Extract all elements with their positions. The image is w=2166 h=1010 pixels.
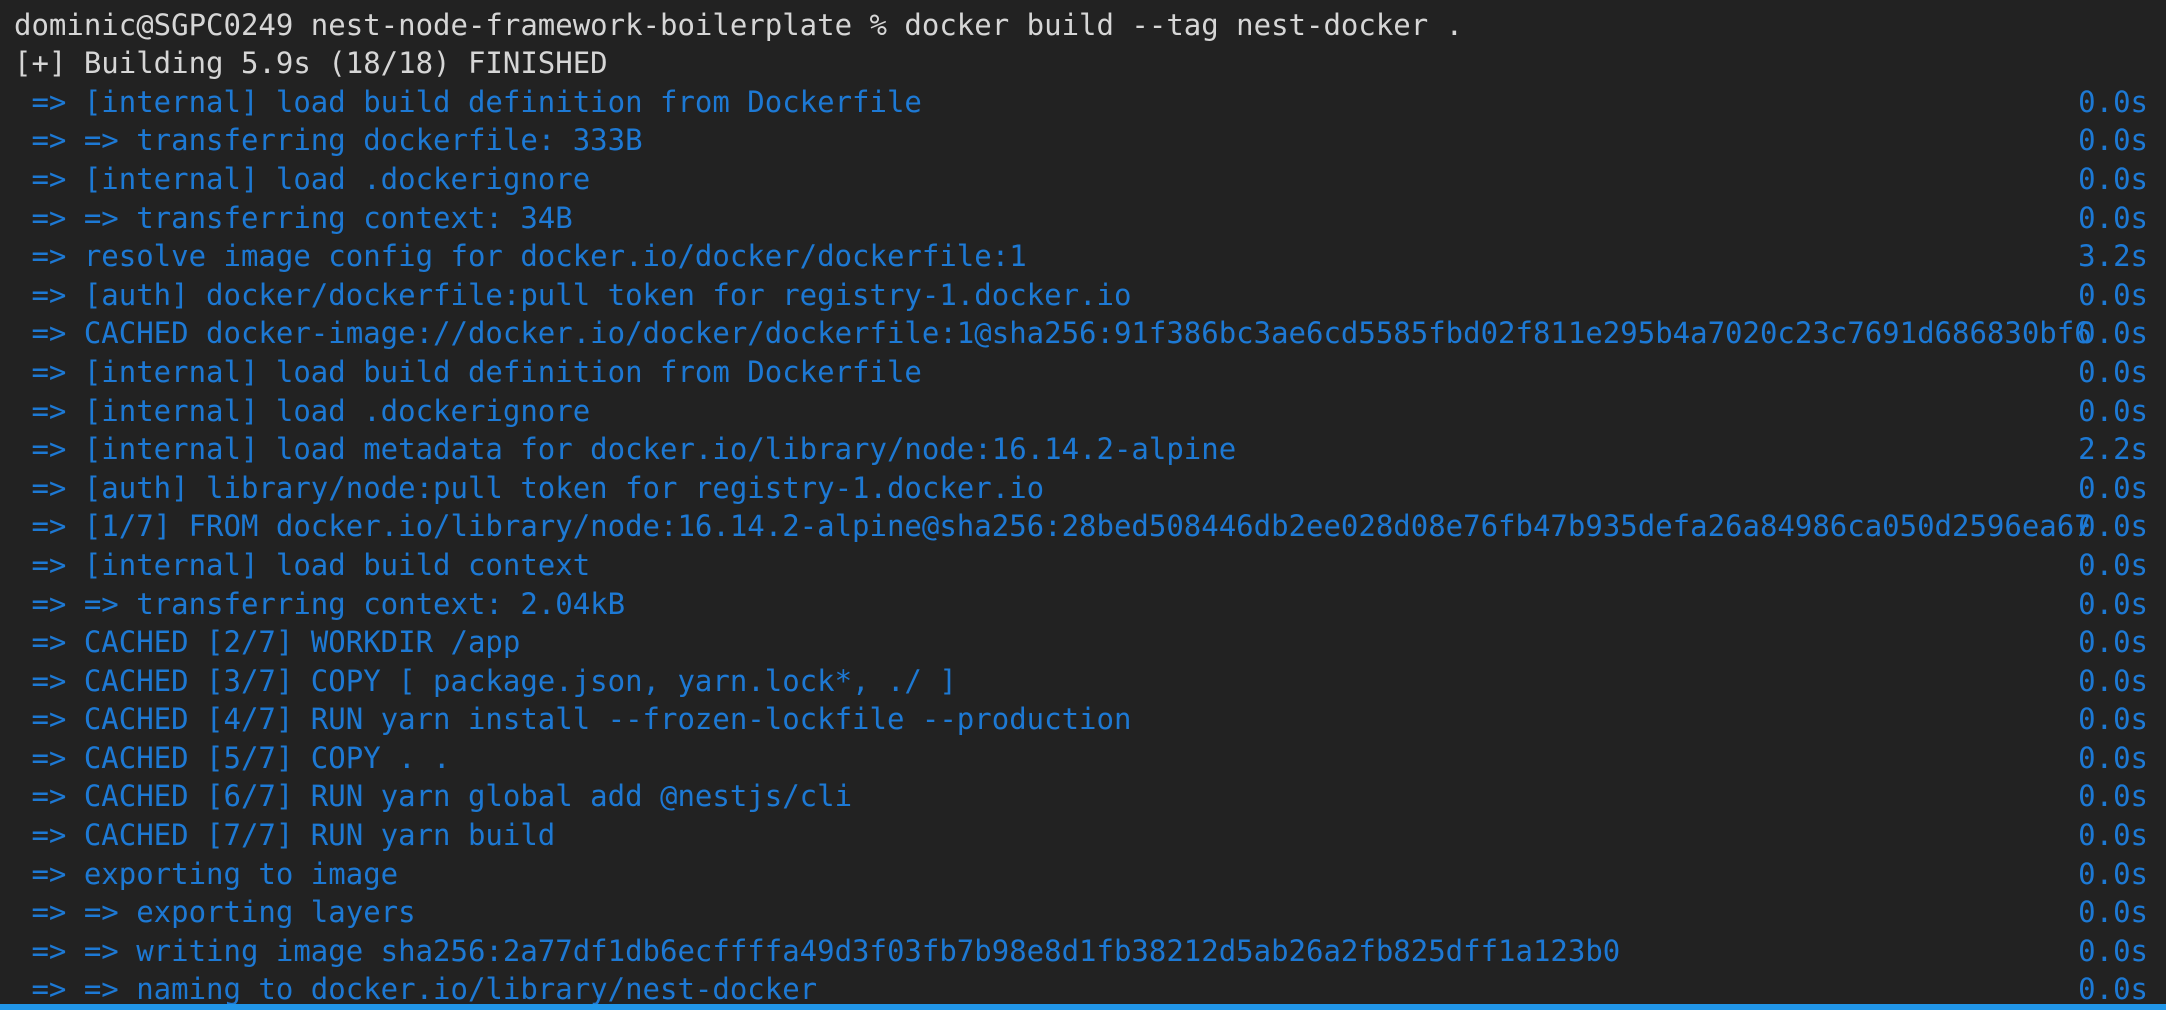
step-7-text: => CACHED docker-image://docker.io/docke… [14,316,2092,351]
step-12-duration: 0.0s [2078,509,2148,544]
step-18-duration: 0.0s [2078,740,2148,775]
step-23-duration: 0.0s [2078,933,2148,968]
step-15-duration: 0.0s [2078,625,2148,660]
step-6-duration: 0.0s [2078,277,2148,312]
step-10-duration: 2.2s [2078,432,2148,467]
step-7: => CACHED docker-image://docker.io/docke… [14,314,2152,353]
step-8-text: => [internal] load build definition from… [14,354,922,389]
step-22: => => exporting layers 0.0s [14,893,2152,932]
step-8-duration: 0.0s [2078,354,2148,389]
step-13-text: => [internal] load build context [14,547,591,582]
step-11-duration: 0.0s [2078,470,2148,505]
step-24-duration: 0.0s [2078,972,2148,1007]
step-9: => [internal] load .dockerignore 0.0s [14,392,2152,431]
step-21-duration: 0.0s [2078,856,2148,891]
step-3: => [internal] load .dockerignore 0.0s [14,160,2152,199]
terminal-window[interactable]: dominic@SGPC0249 nest-node-framework-boi… [0,0,2166,1010]
step-2-text: => => transferring dockerfile: 333B [14,123,643,158]
step-5-text: => resolve image config for docker.io/do… [14,239,1027,274]
building-summary-text: [+] Building 5.9s (18/18) FINISHED [14,46,608,81]
step-1-text: => [internal] load build definition from… [14,84,922,119]
step-14-text: => => transferring context: 2.04kB [14,586,626,621]
step-20-duration: 0.0s [2078,818,2148,853]
step-18: => CACHED [5/7] COPY . . 0.0s [14,739,2152,778]
step-5-duration: 3.2s [2078,239,2148,274]
step-5: => resolve image config for docker.io/do… [14,237,2152,276]
step-4-text: => => transferring context: 34B [14,200,573,235]
step-11-text: => [auth] library/node:pull token for re… [14,470,1045,505]
building-summary: [+] Building 5.9s (18/18) FINISHED [14,44,2152,83]
step-21-text: => exporting to image [14,856,399,891]
step-9-duration: 0.0s [2078,393,2148,428]
step-16-text: => CACHED [3/7] COPY [ package.json, yar… [14,663,957,698]
step-19: => CACHED [6/7] RUN yarn global add @nes… [14,777,2152,816]
step-17-text: => CACHED [4/7] RUN yarn install --froze… [14,702,1132,737]
terminal-scrollback[interactable]: dominic@SGPC0249 nest-node-framework-boi… [0,0,2166,1007]
step-11: => [auth] library/node:pull token for re… [14,469,2152,508]
step-20: => CACHED [7/7] RUN yarn build 0.0s [14,816,2152,855]
step-12-text: => [1/7] FROM docker.io/library/node:16.… [14,509,2092,544]
step-24: => => naming to docker.io/library/nest-d… [14,970,2152,1007]
step-1-duration: 0.0s [2078,84,2148,119]
step-1: => [internal] load build definition from… [14,83,2152,122]
step-22-text: => => exporting layers [14,895,416,930]
step-6: => [auth] docker/dockerfile:pull token f… [14,276,2152,315]
step-4-duration: 0.0s [2078,200,2148,235]
step-3-duration: 0.0s [2078,161,2148,196]
step-10: => [internal] load metadata for docker.i… [14,430,2152,469]
step-13-duration: 0.0s [2078,547,2148,582]
prompt-command: dominic@SGPC0249 nest-node-framework-boi… [14,6,2152,45]
step-22-duration: 0.0s [2078,895,2148,930]
step-7-duration: 0.0s [2078,316,2148,351]
step-15: => CACHED [2/7] WORKDIR /app 0.0s [14,623,2152,662]
step-15-text: => CACHED [2/7] WORKDIR /app [14,625,521,660]
step-23-text: => => writing image sha256:2a77df1db6ecf… [14,933,1621,968]
prompt-command-text: dominic@SGPC0249 nest-node-framework-boi… [14,7,1464,42]
step-4: => => transferring context: 34B 0.0s [14,199,2152,238]
step-2: => => transferring dockerfile: 333B 0.0s [14,121,2152,160]
step-3-text: => [internal] load .dockerignore [14,161,591,196]
step-2-duration: 0.0s [2078,123,2148,158]
step-9-text: => [internal] load .dockerignore [14,393,591,428]
step-16: => CACHED [3/7] COPY [ package.json, yar… [14,662,2152,701]
step-12: => [1/7] FROM docker.io/library/node:16.… [14,507,2152,546]
step-17-duration: 0.0s [2078,702,2148,737]
step-8: => [internal] load build definition from… [14,353,2152,392]
step-18-text: => CACHED [5/7] COPY . . [14,740,451,775]
step-19-text: => CACHED [6/7] RUN yarn global add @nes… [14,779,853,814]
step-13: => [internal] load build context 0.0s [14,546,2152,585]
step-17: => CACHED [4/7] RUN yarn install --froze… [14,700,2152,739]
step-10-text: => [internal] load metadata for docker.i… [14,432,1237,467]
step-20-text: => CACHED [7/7] RUN yarn build [14,818,556,853]
step-16-duration: 0.0s [2078,663,2148,698]
step-14-duration: 0.0s [2078,586,2148,621]
step-21: => exporting to image 0.0s [14,855,2152,894]
step-23: => => writing image sha256:2a77df1db6ecf… [14,932,2152,971]
step-6-text: => [auth] docker/dockerfile:pull token f… [14,277,1132,312]
step-24-text: => => naming to docker.io/library/nest-d… [14,972,818,1007]
step-19-duration: 0.0s [2078,779,2148,814]
step-14: => => transferring context: 2.04kB 0.0s [14,585,2152,624]
